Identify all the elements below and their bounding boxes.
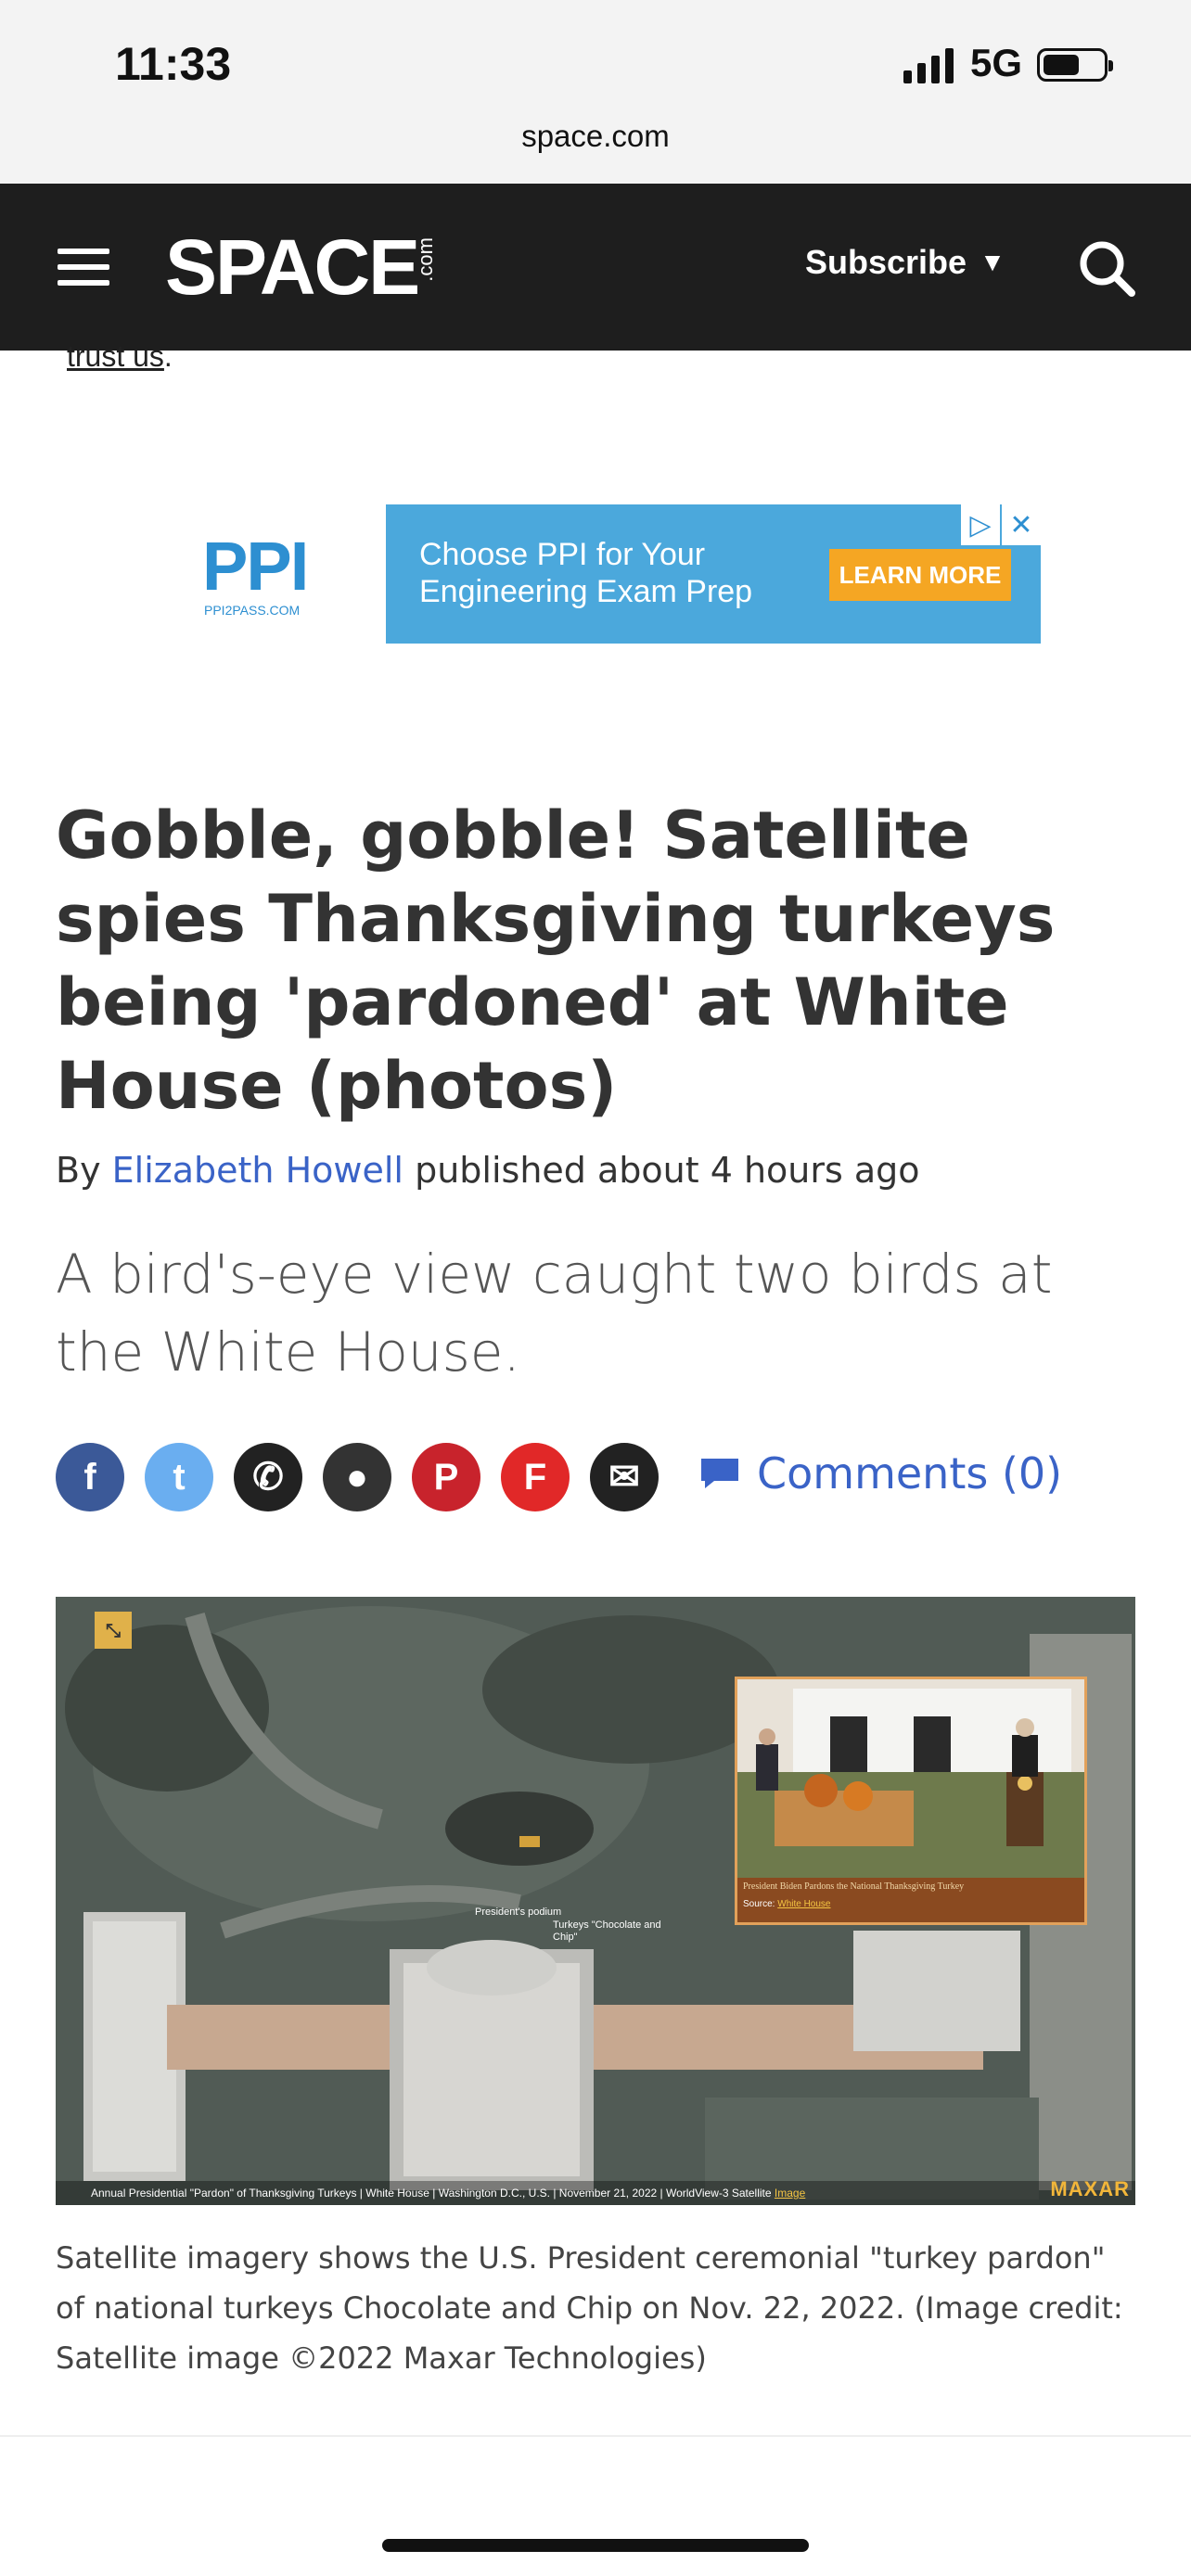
network-type: 5G (970, 41, 1023, 84)
site-logo[interactable]: SPACE (165, 223, 420, 312)
ad-learn-more-button[interactable]: LEARN MORE (829, 549, 1011, 601)
subscribe-button[interactable]: Subscribe ▼ (805, 243, 1005, 282)
ad-banner[interactable]: Choose PPI for Your Engineering Exam Pre… (386, 504, 1041, 644)
close-icon[interactable]: ✕ (1000, 504, 1041, 545)
comments-link[interactable]: Comments (0) (698, 1448, 1062, 1498)
adchoices-icon[interactable]: ▷ (959, 504, 1000, 545)
flipboard-icon[interactable]: F (501, 1443, 570, 1511)
subscribe-label: Subscribe (805, 243, 967, 281)
twitter-icon[interactable]: t (145, 1443, 213, 1511)
image-caption: Satellite imagery shows the U.S. Preside… (56, 2240, 1123, 2376)
article-strapline: A bird's-eye view caught two birds at th… (56, 1243, 1053, 1384)
address-bar-url[interactable]: space.com (0, 119, 1191, 154)
article-headline: Gobble, gobble! Satellite spies Thanksgi… (56, 797, 1056, 1124)
byline: By Elizabeth Howell published about 4 ho… (56, 1150, 920, 1191)
inset-source-link[interactable]: White House (777, 1899, 830, 1909)
ad-controls: ▷ ✕ (959, 504, 1041, 545)
menu-icon[interactable] (58, 249, 109, 286)
trust-us-link[interactable]: trust us (67, 339, 164, 373)
email-icon[interactable]: ✉ (590, 1443, 659, 1511)
battery-icon (1037, 48, 1113, 82)
divider (0, 2435, 1191, 2437)
ad-text: Choose PPI for Your Engineering Exam Pre… (419, 537, 753, 609)
publish-time: published about 4 hours ago (415, 1150, 920, 1191)
home-indicator[interactable] (382, 2539, 809, 2552)
signal-icon (903, 46, 954, 83)
maxar-watermark: MAXAR (1050, 2177, 1130, 2200)
pinterest-icon[interactable]: P (412, 1443, 480, 1511)
expand-icon[interactable]: ⤡ (95, 1612, 132, 1649)
reddit-icon[interactable]: ● (323, 1443, 391, 1511)
image-footer-link[interactable]: Image (775, 2187, 805, 2200)
facebook-icon[interactable]: f (56, 1443, 124, 1511)
search-icon[interactable] (1074, 236, 1139, 300)
status-time: 11:33 (115, 38, 232, 90)
share-bar: f t ✆ ● P F ✉ (56, 1443, 679, 1511)
site-header: SPACE .com Subscribe ▼ (0, 184, 1191, 351)
inset-photo: President Biden Pardons the National Tha… (735, 1677, 1087, 1925)
previous-text-fragment: trust us. (67, 339, 173, 373)
comments-label: Comments (0) (757, 1448, 1063, 1498)
ad-brand-logo: PPI PPI2PASS.COM (152, 501, 380, 647)
inset-photo-drawing (737, 1679, 1084, 1883)
whatsapp-icon[interactable]: ✆ (234, 1443, 302, 1511)
label-podium: President's podium (475, 1906, 562, 1918)
advertisement[interactable]: PPI PPI2PASS.COM Choose PPI for Your Eng… (152, 501, 1043, 647)
inset-caption: President Biden Pardons the National Tha… (737, 1878, 1084, 1922)
author-link[interactable]: Elizabeth Howell (112, 1150, 403, 1191)
article-image[interactable]: ⤡ President's podium Turkeys "Chocolate … (56, 1597, 1135, 2205)
comment-icon (701, 1459, 738, 1488)
caret-down-icon: ▼ (980, 248, 1005, 276)
image-footer: Annual Presidential "Pardon" of Thanksgi… (56, 2181, 1135, 2205)
site-logo-suffix: .com (414, 237, 437, 282)
label-turkeys: Turkeys "Chocolate and Chip" (553, 1919, 661, 1943)
status-bar: 11:33 5G space.com (0, 0, 1191, 184)
